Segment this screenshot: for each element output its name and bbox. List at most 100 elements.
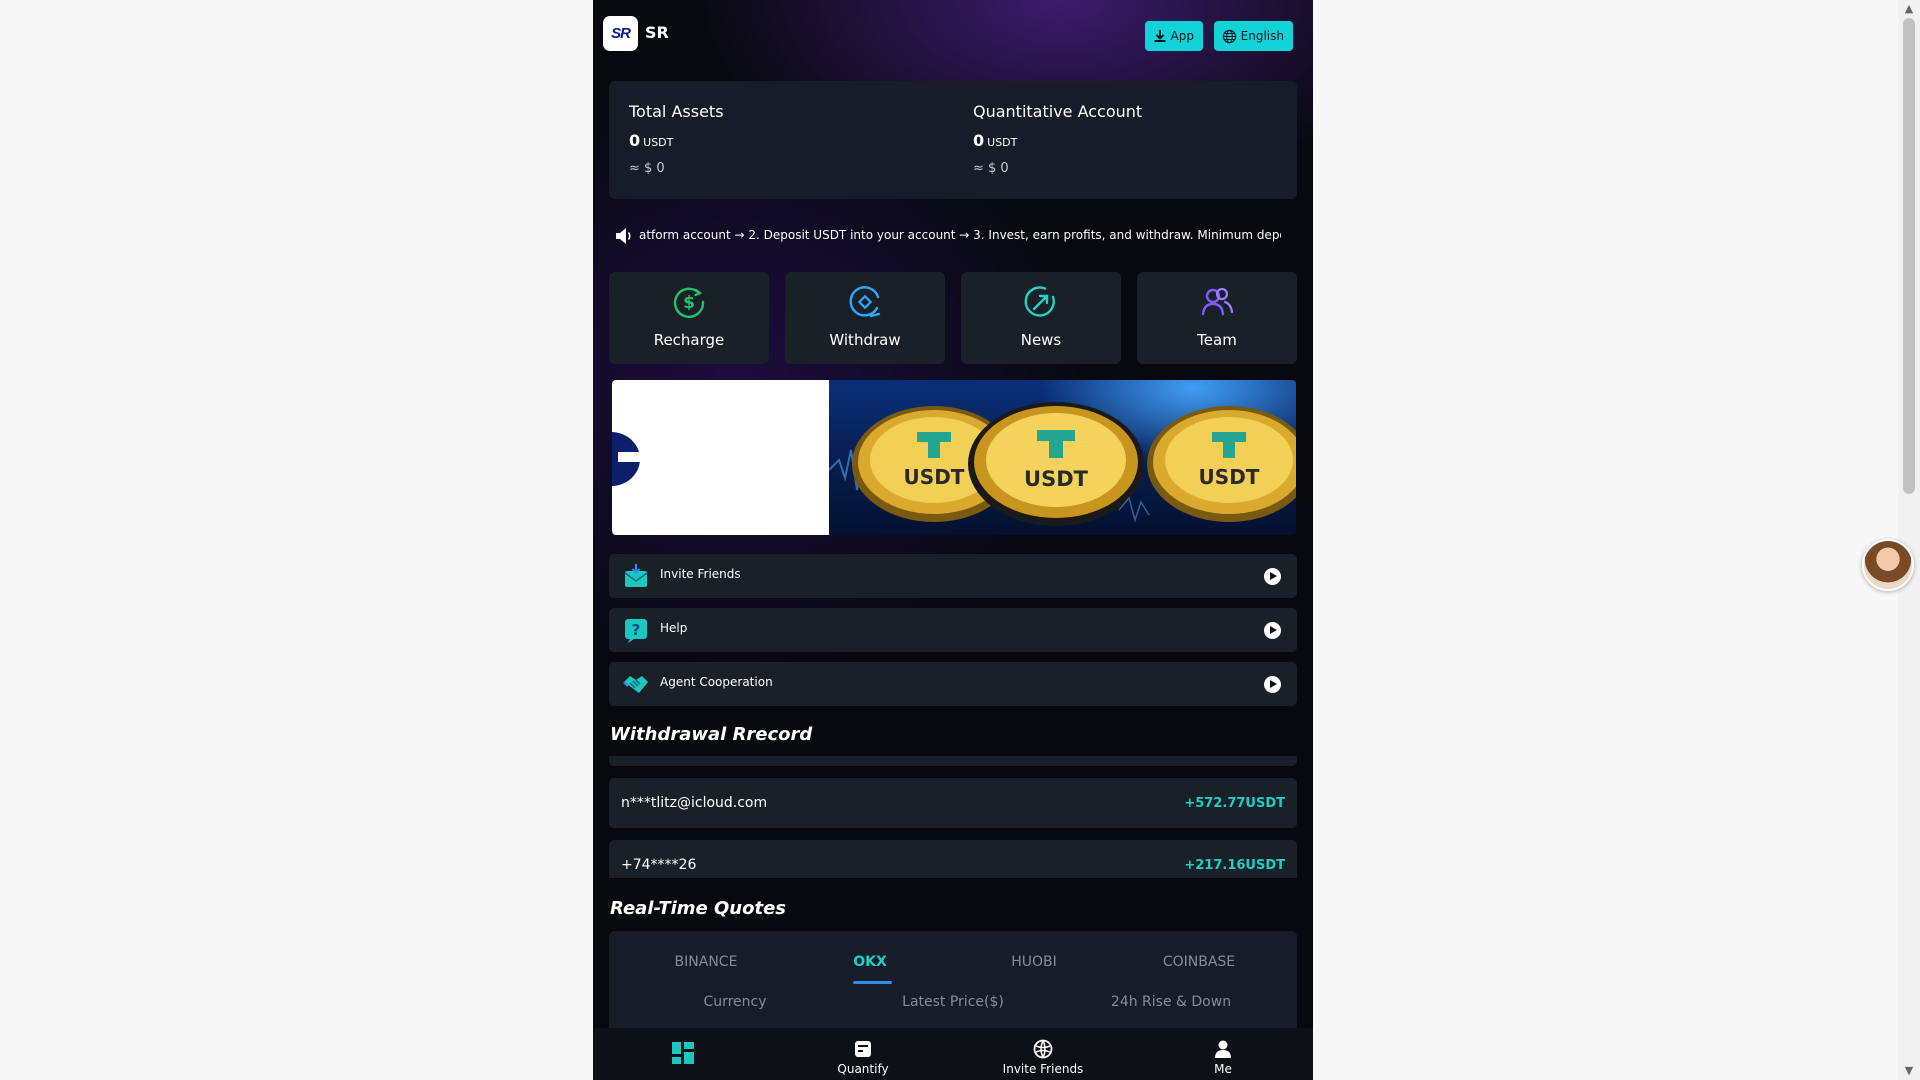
quant-account-label: Quantitative Account (973, 102, 1143, 121)
support-avatar[interactable] (1862, 539, 1914, 591)
column-24h-change: 24h Rise & Down (1110, 994, 1232, 1010)
tab-binance-label: BINANCE (674, 954, 738, 970)
download-app-button[interactable]: App (1144, 21, 1203, 51)
withdrawal-records-list: n***tlitz@icloud.com +572.77USDT +74****… (609, 756, 1297, 878)
withdrawal-record-partial (609, 756, 1297, 766)
withdraw-icon (849, 286, 881, 318)
news-button[interactable]: News (961, 272, 1121, 364)
download-icon (1154, 30, 1166, 42)
notice-text: atform account → 2. Deposit USDT into yo… (639, 228, 1281, 242)
banner-slide-white (612, 380, 829, 535)
brand-name: SR (645, 23, 669, 42)
promo-banner[interactable]: USDT USDT USDT (612, 380, 1296, 535)
tab-coinbase[interactable]: COINBASE (1159, 954, 1239, 970)
globe-language-icon (1222, 29, 1236, 43)
withdrawal-record-title: Withdrawal Rrecord (610, 724, 813, 745)
withdraw-button[interactable]: Withdraw (785, 272, 945, 364)
home-grid-icon (672, 1042, 694, 1064)
withdrawal-record-row: +74****26 +217.16USDT (609, 840, 1297, 878)
usdt-coin-right: USDT (1147, 406, 1296, 522)
svg-text:USDT: USDT (1199, 465, 1260, 489)
quant-account-amount: 0 USDT (973, 131, 1017, 150)
invite-friends-row[interactable]: Invite Friends (609, 554, 1297, 598)
tab-huobi[interactable]: HUOBI (994, 954, 1074, 970)
help-row[interactable]: ? Help (609, 608, 1297, 652)
tab-coinbase-label: COINBASE (1162, 954, 1236, 970)
team-button[interactable]: Team (1137, 272, 1297, 364)
recharge-label: Recharge (653, 331, 725, 349)
globe-icon (1033, 1039, 1053, 1059)
help-label: Help (660, 621, 688, 635)
withdrawal-user: n***tlitz@icloud.com (621, 795, 768, 811)
withdraw-label: Withdraw (829, 331, 901, 349)
agent-cooperation-row[interactable]: Agent Cooperation (609, 662, 1297, 706)
banner-pagination[interactable] (716, 523, 788, 535)
nav-quantify-label: Quantify (837, 1062, 889, 1076)
handshake-icon (623, 676, 648, 693)
brand-logo[interactable]: SR (603, 16, 638, 51)
tab-okx[interactable]: OKX (830, 954, 910, 984)
nav-invite-friends[interactable]: Invite Friends (953, 1028, 1133, 1080)
quantify-icon (855, 1041, 871, 1057)
invite-friends-label: Invite Friends (660, 567, 741, 581)
quant-account-value: 0 (973, 131, 985, 150)
recharge-button[interactable]: $ Recharge (609, 272, 769, 364)
bottom-nav: Quantify Invite Friends Me (593, 1028, 1313, 1080)
help-icon: ? (625, 619, 647, 643)
brand-logo-mark: SR (611, 25, 631, 42)
tab-okx-label: OKX (853, 954, 887, 970)
quant-account-unit: USDT (987, 136, 1018, 149)
svg-text:USDT: USDT (1024, 467, 1089, 491)
play-arrow-icon (1264, 568, 1281, 585)
mobile-app: SR SR App English Total Assets 0 USDT ≈ $… (593, 0, 1313, 1080)
speaker-icon (616, 228, 631, 244)
scrollbar-thumb[interactable] (1903, 18, 1915, 494)
nav-home[interactable] (593, 1028, 773, 1080)
column-latest-price: Latest Price($) (902, 994, 1004, 1010)
total-assets-value: 0 (629, 131, 641, 150)
withdrawal-record-row: n***tlitz@icloud.com +572.77USDT (609, 778, 1297, 828)
total-assets-label: Total Assets (629, 102, 724, 121)
invite-icon (624, 564, 648, 587)
user-icon (1215, 1040, 1231, 1058)
withdrawal-amount: +572.77USDT (1184, 796, 1285, 811)
play-arrow-icon (1264, 622, 1281, 639)
real-time-quotes-title: Real-Time Quotes (610, 898, 787, 919)
withdrawal-amount: +217.16USDT (1184, 858, 1285, 873)
total-assets-unit: USDT (643, 136, 674, 149)
team-label: Team (1197, 331, 1237, 349)
withdrawal-user: +74****26 (621, 857, 697, 873)
quant-account-approx: ≈ $ 0 (973, 161, 1009, 176)
quick-actions: $ Recharge Withdraw News Team (609, 272, 1297, 364)
news-label: News (1020, 331, 1062, 349)
svg-text:$: $ (683, 293, 695, 313)
column-currency: Currency (703, 994, 767, 1010)
active-tab-underline (853, 981, 892, 984)
svg-text:?: ? (632, 621, 641, 639)
scroll-up-arrow[interactable]: ▲ (1898, 0, 1920, 18)
svg-text:USDT: USDT (904, 465, 965, 489)
agent-cooperation-label: Agent Cooperation (660, 675, 773, 689)
nav-me[interactable]: Me (1133, 1028, 1313, 1080)
total-assets-approx: ≈ $ 0 (629, 161, 665, 176)
download-app-label: App (1170, 29, 1194, 43)
assets-card: Total Assets 0 USDT ≈ $ 0 Quantitative Ac… (609, 81, 1297, 199)
nav-quantify[interactable]: Quantify (773, 1028, 953, 1080)
language-label: English (1240, 29, 1284, 43)
news-icon (1024, 286, 1055, 317)
language-button[interactable]: English (1213, 21, 1293, 51)
scroll-down-arrow[interactable]: ▼ (1898, 1062, 1920, 1080)
total-assets-amount: 0 USDT (629, 131, 673, 150)
nav-invite-friends-label: Invite Friends (1002, 1062, 1084, 1076)
team-icon (1201, 287, 1234, 316)
notice-bar: atform account → 2. Deposit USDT into yo… (613, 224, 1281, 248)
dollar-circle-icon: $ (673, 287, 705, 318)
nav-me-label: Me (1214, 1062, 1232, 1076)
page-scrollbar[interactable]: ▲ ▼ (1898, 0, 1920, 1080)
tab-binance[interactable]: BINANCE (666, 954, 746, 970)
usdt-coin-center: USDT (968, 402, 1144, 526)
usdt-coins-illustration: USDT USDT USDT (829, 402, 1296, 526)
banner-slide-usdt: USDT USDT USDT (829, 380, 1296, 535)
header: SR SR App English (603, 16, 1303, 52)
tab-huobi-label: HUOBI (1011, 954, 1057, 970)
